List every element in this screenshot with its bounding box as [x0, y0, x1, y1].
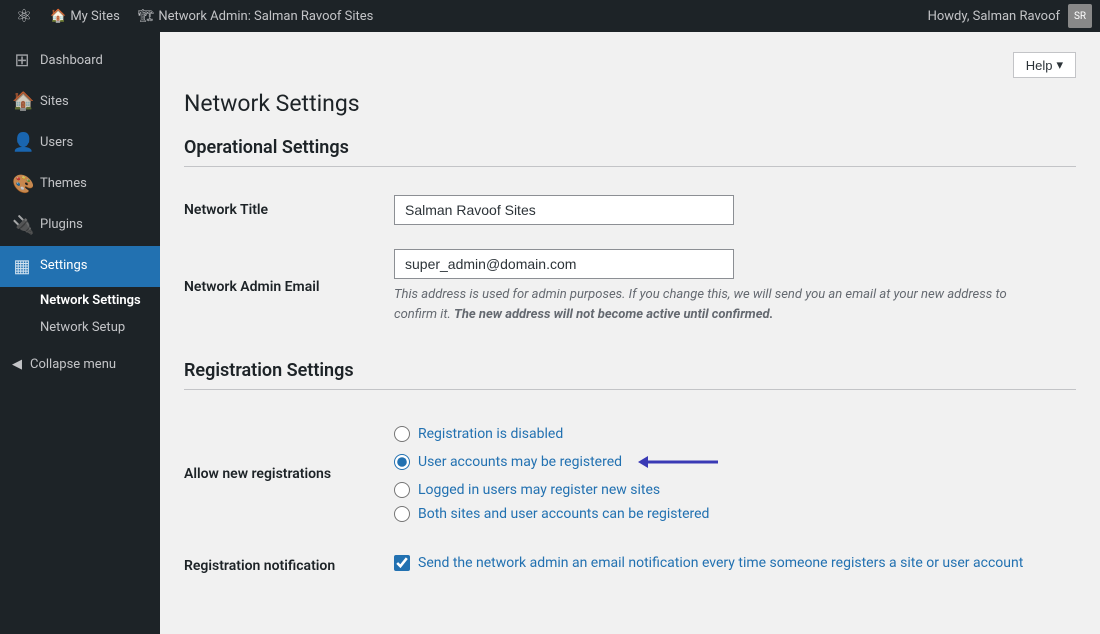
- operational-settings-heading: Operational Settings: [184, 137, 1076, 167]
- radio-user-accounts[interactable]: User accounts may be registered: [394, 450, 1076, 474]
- collapse-icon: ◀: [12, 357, 22, 372]
- sidebar-item-plugins[interactable]: 🔌 Plugins: [0, 205, 160, 246]
- network-title-row: Network Title: [184, 183, 1076, 237]
- sidebar-item-settings[interactable]: ▦ Settings: [0, 246, 160, 287]
- allow-new-registrations-row: Allow new registrations Registration is …: [184, 406, 1076, 542]
- radio-label-disabled: Registration is disabled: [418, 426, 563, 442]
- radio-label-user: User accounts may be registered: [418, 454, 622, 470]
- sidebar-item-dashboard[interactable]: ⊞ Dashboard: [0, 40, 160, 81]
- sidebar-item-label: Sites: [40, 93, 69, 111]
- network-admin-email-label: Network Admin Email: [184, 279, 319, 295]
- sidebar-item-label: Plugins: [40, 216, 83, 234]
- registration-notification-row: Registration notification Send the netwo…: [184, 542, 1076, 590]
- help-bar: Help ▾: [184, 52, 1076, 78]
- sidebar-submenu-network-settings[interactable]: Network Settings: [0, 287, 160, 314]
- chevron-down-icon: ▾: [1056, 57, 1063, 73]
- sidebar-item-users[interactable]: 👤 Users: [0, 122, 160, 163]
- dashboard-icon: ⊞: [12, 48, 32, 73]
- collapse-menu[interactable]: ◀ Collapse menu: [0, 349, 160, 380]
- radio-label-all: Both sites and user accounts can be regi…: [418, 506, 709, 522]
- network-title-label: Network Title: [184, 202, 268, 218]
- sidebar-item-sites[interactable]: 🏠 Sites: [0, 81, 160, 122]
- sidebar: ⊞ Dashboard 🏠 Sites 👤 Users 🎨 Themes 🔌 P…: [0, 32, 160, 634]
- network-settings-label: Network Settings: [40, 293, 141, 308]
- layout: ⊞ Dashboard 🏠 Sites 👤 Users 🎨 Themes 🔌 P…: [0, 32, 1100, 634]
- sidebar-item-label: Themes: [40, 175, 87, 193]
- registration-settings-heading: Registration Settings: [184, 360, 1076, 390]
- top-bar: ⚛ 🏠 My Sites 🏗 Network Admin: Salman Rav…: [0, 0, 1100, 32]
- registration-settings-table: Allow new registrations Registration is …: [184, 406, 1076, 590]
- avatar[interactable]: SR: [1068, 4, 1092, 28]
- main-content: Help ▾ Network Settings Operational Sett…: [160, 32, 1100, 634]
- wordpress-icon[interactable]: ⚛: [8, 6, 40, 27]
- radio-label-blog: Logged in users may register new sites: [418, 482, 660, 498]
- network-admin-email-description: This address is used for admin purposes.…: [394, 285, 1044, 324]
- radio-input-disabled[interactable]: [394, 426, 410, 442]
- radio-registration-disabled[interactable]: Registration is disabled: [394, 426, 1076, 442]
- registration-notification-checkbox[interactable]: [394, 555, 410, 571]
- registration-notification-label: Registration notification: [184, 558, 335, 574]
- network-admin-email-row: Network Admin Email This address is used…: [184, 237, 1076, 336]
- arrow-annotation: [638, 450, 728, 474]
- radio-input-all[interactable]: [394, 506, 410, 522]
- sites-icon: 🏠: [12, 89, 32, 114]
- help-button[interactable]: Help ▾: [1013, 52, 1076, 78]
- sidebar-item-themes[interactable]: 🎨 Themes: [0, 164, 160, 205]
- top-bar-left: ⚛ 🏠 My Sites 🏗 Network Admin: Salman Rav…: [8, 0, 381, 32]
- howdy-text: Howdy, Salman Ravoof: [928, 9, 1060, 24]
- sidebar-submenu: Network Settings Network Setup: [0, 287, 160, 341]
- sidebar-submenu-network-setup[interactable]: Network Setup: [0, 314, 160, 341]
- network-title-input[interactable]: [394, 195, 734, 225]
- network-admin-label: Network Admin: Salman Ravoof Sites: [158, 9, 373, 24]
- my-sites-item[interactable]: 🏠 My Sites: [42, 0, 128, 32]
- network-admin-icon: 🏗: [138, 9, 155, 24]
- registration-radio-group: Registration is disabled User accounts m…: [394, 418, 1076, 530]
- radio-logged-in-sites[interactable]: Logged in users may register new sites: [394, 482, 1076, 498]
- radio-both[interactable]: Both sites and user accounts can be regi…: [394, 506, 1076, 522]
- description-bold: The new address will not become active u…: [454, 307, 773, 322]
- my-sites-label: My Sites: [70, 9, 119, 24]
- help-label: Help: [1026, 58, 1053, 73]
- network-admin-item[interactable]: 🏗 Network Admin: Salman Ravoof Sites: [130, 0, 382, 32]
- my-sites-icon: 🏠: [50, 9, 66, 24]
- operational-settings-table: Network Title Network Admin Email This a…: [184, 183, 1076, 336]
- sidebar-item-label: Users: [40, 134, 73, 152]
- registration-notification-text: Send the network admin an email notifica…: [418, 554, 1023, 574]
- registration-notification-checkbox-item[interactable]: Send the network admin an email notifica…: [394, 554, 1076, 574]
- settings-icon: ▦: [12, 254, 32, 279]
- network-admin-email-input[interactable]: [394, 249, 734, 279]
- radio-input-blog[interactable]: [394, 482, 410, 498]
- network-setup-label: Network Setup: [40, 320, 125, 335]
- top-bar-right: Howdy, Salman Ravoof SR: [928, 4, 1092, 28]
- collapse-label: Collapse menu: [30, 357, 116, 372]
- radio-input-user[interactable]: [394, 454, 410, 470]
- page-title: Network Settings: [184, 90, 1076, 117]
- themes-icon: 🎨: [12, 172, 32, 197]
- plugins-icon: 🔌: [12, 213, 32, 238]
- users-icon: 👤: [12, 130, 32, 155]
- allow-new-registrations-label: Allow new registrations: [184, 466, 331, 482]
- sidebar-item-label: Dashboard: [40, 52, 103, 70]
- sidebar-item-label: Settings: [40, 257, 87, 275]
